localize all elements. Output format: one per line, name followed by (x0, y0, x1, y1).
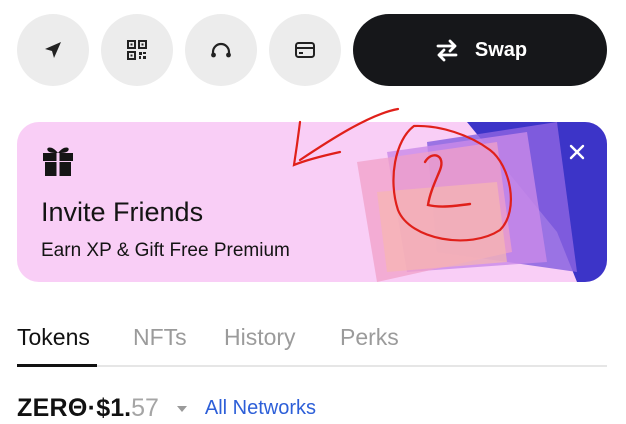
swap-button[interactable]: Swap (353, 14, 607, 86)
action-toolbar: Swap (17, 14, 607, 86)
close-icon[interactable] (567, 142, 587, 162)
token-symbol: ZERΘ (17, 394, 88, 422)
all-networks-link[interactable]: All Networks (205, 397, 316, 420)
tab-bar: Tokens NFTs History Perks (17, 322, 607, 367)
support-button[interactable] (185, 14, 257, 86)
price-fraction: 57 (131, 394, 159, 422)
tab-history[interactable]: History (224, 324, 296, 351)
gift-icon (43, 147, 73, 176)
swap-arrows-icon (436, 39, 458, 62)
token-balance-row: ZERΘ · $1. 57 All Networks (17, 394, 316, 423)
price-whole: $1. (96, 394, 132, 422)
send-icon (45, 42, 61, 58)
banner-subtitle: Earn XP & Gift Free Premium (41, 240, 290, 261)
price-separator: · (87, 394, 97, 422)
card-icon (295, 42, 315, 58)
send-button[interactable] (17, 14, 89, 86)
qr-code-button[interactable] (101, 14, 173, 86)
tab-nfts[interactable]: NFTs (133, 324, 187, 351)
invite-banner[interactable]: Invite Friends Earn XP & Gift Free Premi… (17, 122, 607, 282)
qr-code-icon (127, 40, 147, 60)
active-tab-indicator (17, 364, 97, 367)
tab-tokens[interactable]: Tokens (17, 324, 90, 351)
tab-perks[interactable]: Perks (340, 324, 399, 351)
banner-title: Invite Friends (41, 197, 204, 227)
chevron-down-icon[interactable] (175, 402, 189, 416)
headphones-icon (211, 42, 231, 58)
swap-label: Swap (474, 38, 528, 61)
card-button[interactable] (269, 14, 341, 86)
